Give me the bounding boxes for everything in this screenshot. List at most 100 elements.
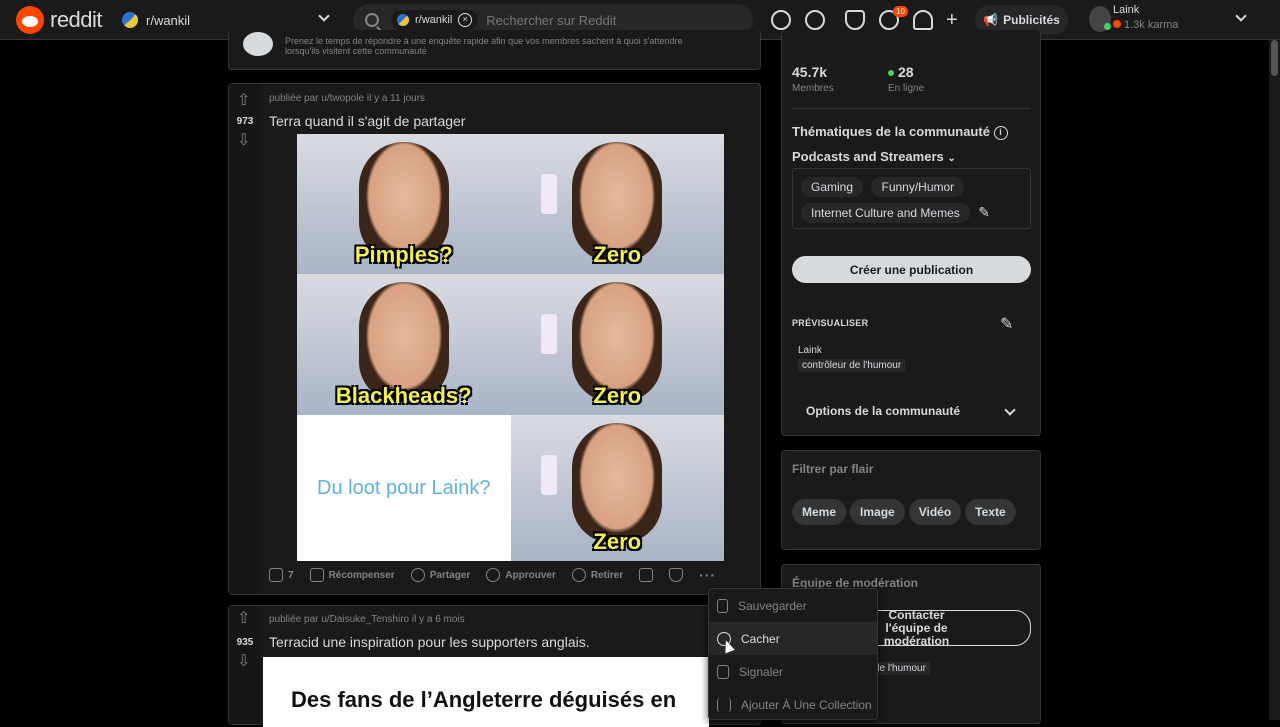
topics-title-text: Thématiques de la communauté (792, 124, 990, 139)
post-image[interactable]: Des fans de l’Angleterre déguisés en (263, 657, 709, 727)
online-label: En ligne (888, 83, 925, 94)
edit-icon[interactable]: ✎ (1000, 314, 1013, 334)
karma-icon (1113, 20, 1121, 28)
user-karma: 1.3k karma (1113, 19, 1178, 31)
topics-category-text: Podcasts and Streamers (792, 149, 944, 164)
online-dot-icon (888, 70, 894, 77)
face-image (572, 423, 663, 543)
post-meta[interactable]: publiée par u/twopole il y a 11 jours (269, 93, 425, 104)
coins-icon[interactable] (805, 10, 825, 30)
menu-item-report[interactable]: Signaler (709, 655, 877, 688)
search-input[interactable] (486, 12, 727, 28)
preview-user: Laink (798, 345, 822, 356)
post-card[interactable]: ⇧ 973 ⇩ publiée par u/twopole il y a 11 … (228, 83, 761, 595)
downvote-icon[interactable]: ⇩ (237, 654, 253, 670)
flair-chip[interactable]: Vidéo (908, 499, 962, 525)
meme-caption: Pimples? (354, 242, 453, 267)
subreddit-icon (122, 12, 138, 28)
meme-caption: Zero (593, 383, 642, 408)
community-selector[interactable]: r/wankil (122, 10, 332, 30)
bottle-image (540, 174, 557, 214)
bookmark-icon (717, 598, 728, 613)
topics-category[interactable]: Podcasts and Streamers ⌄ (792, 149, 956, 164)
karma-value: 1.3k karma (1124, 19, 1179, 31)
subreddit-chip-icon (397, 14, 409, 26)
post-meta[interactable]: publiée par u/Daisuke_Tenshiro il y a 6 … (269, 614, 465, 625)
menu-item-add-collection[interactable]: Ajouter À Une Collection (709, 688, 877, 721)
menu-label: Cacher (741, 631, 780, 646)
page-scrollbar[interactable] (1269, 40, 1280, 720)
mod-shield-icon[interactable] (845, 10, 865, 30)
plus-icon[interactable]: + (946, 9, 958, 32)
clear-chip-icon[interactable]: × (458, 13, 473, 27)
divider (792, 108, 1030, 109)
more-options-icon[interactable]: ··· (699, 567, 716, 583)
meme-panel: Pimples? (297, 134, 511, 274)
menu-item-save[interactable]: Sauvegarder (709, 589, 877, 622)
remove-label: Retirer (590, 569, 624, 581)
meme-caption: Zero (593, 529, 642, 554)
post-title[interactable]: Terra quand il s'agit de partager (269, 113, 465, 129)
search-icon (365, 13, 379, 27)
user-menu[interactable]: Laink 1.3k karma (1089, 4, 1259, 36)
vote-count: 973 (236, 116, 254, 127)
topics-tags[interactable]: Gaming Funny/Humor Internet Culture and … (792, 168, 1031, 229)
user-name: Laink (1113, 4, 1140, 16)
chevron-down-icon: ⌄ (947, 153, 956, 164)
scrollbar-thumb[interactable] (1271, 40, 1278, 76)
downvote-icon[interactable]: ⇩ (237, 133, 253, 149)
info-icon[interactable]: i (993, 125, 1008, 140)
menu-label: Signaler (739, 664, 784, 679)
upvote-icon[interactable]: ⇧ (237, 93, 253, 109)
comments-count: 7 (288, 569, 294, 581)
banner-text: Prenez le temps de répondre à une enquêt… (285, 36, 683, 56)
bottle-image (540, 314, 557, 354)
reddit-logo[interactable]: reddit (16, 6, 103, 34)
flair-chip[interactable]: Texte (965, 499, 1016, 525)
create-post-button[interactable]: Créer une publication (792, 256, 1031, 283)
ban-icon (571, 568, 586, 582)
online-value: 28 (898, 64, 914, 80)
menu-label: Sauvegarder (738, 598, 807, 613)
post-card[interactable]: ⇧ 935 ⇩ publiée par u/Daisuke_Tenshiro i… (228, 605, 761, 727)
notification-badge: 10 (893, 6, 908, 17)
shield-icon[interactable] (669, 568, 684, 582)
topic-tag: Internet Culture and Memes (801, 203, 970, 223)
share-icon (410, 568, 425, 582)
about-community-card: 45.7k Membres 28 En ligne Thématiques de… (781, 30, 1041, 436)
community-options[interactable]: Options de la communauté (806, 404, 960, 418)
approve-label: Approuver (505, 569, 556, 581)
vote-column: ⇧ 973 ⇩ (229, 84, 261, 594)
award-button[interactable]: Récompenser (309, 568, 395, 582)
logo-text: reddit (50, 7, 103, 32)
remove-button[interactable]: Retirer (571, 568, 624, 582)
share-button[interactable]: Partager (410, 568, 471, 582)
post-actions: 7 Récompenser Partager Approuver Retirer… (269, 567, 716, 583)
comments-button[interactable]: 7 (269, 568, 294, 582)
topics-title: Thématiques de la communauté i (792, 124, 1008, 140)
meme-panel: Blackheads? (297, 274, 511, 415)
post-title[interactable]: Terracid une inspiration pour les suppor… (269, 634, 590, 650)
options-chevron-icon[interactable] (1004, 404, 1016, 416)
post-image[interactable]: Pimples? Zero Blackheads? Zero Du loot p… (297, 134, 724, 561)
pencil-icon[interactable]: ✎ (978, 204, 990, 220)
preview-flair: contrôleur de l'humour (798, 359, 906, 372)
search-chip-label: r/wankil (415, 14, 453, 26)
image-headline: Des fans de l’Angleterre déguisés en (291, 687, 677, 712)
popular-icon[interactable] (771, 10, 791, 30)
flair-chip[interactable]: Image (850, 499, 905, 525)
bell-icon[interactable] (913, 10, 933, 30)
survey-banner: Prenez le temps de répondre à une enquêt… (228, 30, 761, 70)
preview-title: PRÉVISUALISER (792, 318, 869, 328)
meme-caption: Zero (593, 242, 642, 267)
share-label: Partager (429, 569, 471, 581)
chevron-down-icon (318, 10, 330, 22)
members-label: Membres (792, 83, 834, 94)
search-community-chip[interactable]: r/wankil × (391, 10, 479, 30)
approve-button[interactable]: Approuver (486, 568, 556, 582)
tag-icon[interactable] (639, 568, 654, 582)
collection-icon (717, 697, 731, 712)
flair-chip[interactable]: Meme (792, 499, 847, 525)
upvote-icon[interactable]: ⇧ (237, 611, 253, 627)
flair-filter-card: Filtrer par flair Meme Image Vidéo Texte (781, 450, 1041, 550)
